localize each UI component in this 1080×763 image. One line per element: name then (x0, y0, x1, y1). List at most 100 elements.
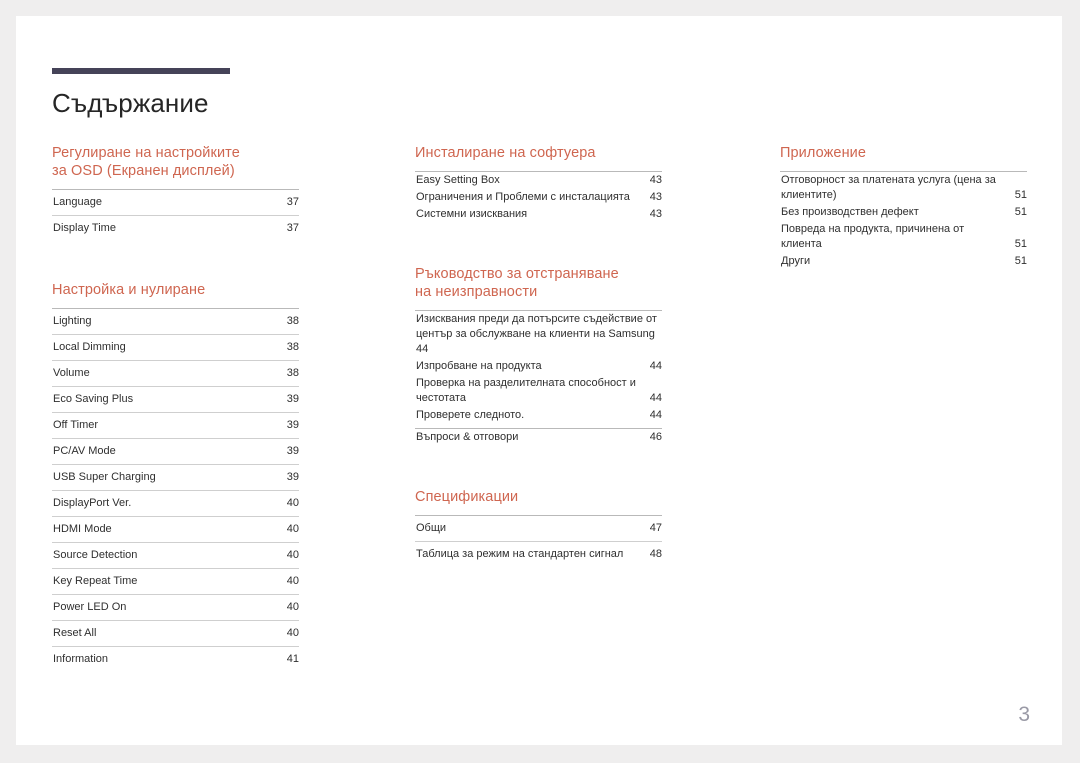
toc-entry-label: DisplayPort Ver. (53, 497, 132, 509)
section-specifications: Спецификации Общи 47 Таблица за режим на… (415, 488, 662, 567)
toc-entry-label: Off Timer (53, 419, 99, 431)
heading-line: Спецификации (415, 489, 519, 505)
toc-entry-label: PC/AV Mode (53, 445, 116, 457)
toc-entry-label: Display Time (53, 222, 116, 234)
toc-entry[interactable]: DisplayPort Ver. 40 (52, 491, 299, 517)
toc-entry[interactable]: Volume 38 (52, 361, 299, 387)
section-appendix: Приложение Отговорност за платената услу… (780, 144, 1027, 272)
page-title: Съдържание (52, 88, 209, 118)
heading-line: на неизправности (415, 284, 538, 300)
entry-list-appendix: Отговорност за платената услуга (цена за… (780, 171, 1027, 272)
toc-entry-label: Eco Saving Plus (53, 393, 134, 405)
toc-entry[interactable]: PC/AV Mode 39 (52, 439, 299, 465)
toc-entry[interactable]: Други 51 (780, 253, 1027, 270)
toc-entry-page: 46 (649, 431, 662, 443)
toc-entry-page: 39 (286, 419, 299, 431)
section-osd-settings: Регулиране на настройките за OSD (Екране… (52, 144, 299, 241)
toc-entry-page: 38 (286, 315, 299, 327)
section-setup-and-reset: Настройка и нулиране Lighting 38 Local D… (52, 281, 299, 672)
toc-entry-page: 40 (286, 575, 299, 587)
toc-entry-page: 38 (286, 341, 299, 353)
toc-entry[interactable]: Таблица за режим на стандартен сигнал 48 (415, 542, 662, 567)
toc-entry-emphasis[interactable]: Въпроси & отговори 46 (415, 428, 662, 446)
toc-entry[interactable]: Source Detection 40 (52, 543, 299, 569)
toc-entry-label: Ограничения и Проблеми с инсталацията (416, 191, 630, 203)
toc-entry-page: 38 (286, 367, 299, 379)
toc-entry[interactable]: Display Time 37 (52, 216, 299, 241)
toc-entry[interactable]: HDMI Mode 40 (52, 517, 299, 543)
masthead: Съдържание (52, 68, 230, 135)
toc-entry-label: Local Dimming (53, 341, 126, 353)
toc-entry-label: Information (53, 653, 109, 665)
toc-entry-page: 47 (649, 522, 662, 534)
toc-entry-page: 39 (286, 445, 299, 457)
toc-entry-page: 39 (286, 393, 299, 405)
toc-column-2: Инсталиране на софтуера Easy Setting Box… (415, 144, 662, 567)
toc-entry-label: Повреда на продукта, причинена от клиент… (781, 223, 965, 250)
toc-entry[interactable]: Key Repeat Time 40 (52, 569, 299, 595)
section-heading-specifications: Спецификации (415, 488, 662, 506)
toc-entry-label: Language (53, 196, 102, 208)
section-heading-appendix: Приложение (780, 144, 1027, 162)
toc-entry[interactable]: Reset All 40 (52, 621, 299, 647)
toc-entry-label: Source Detection (53, 549, 138, 561)
toc-entry[interactable]: Power LED On 40 (52, 595, 299, 621)
toc-entry-label: Проверете следното. (416, 409, 525, 421)
toc-entry-label: Изисквания преди да потърсите съдействие… (416, 313, 657, 340)
toc-entry[interactable]: Проверка на разделителната способност и … (415, 375, 662, 407)
section-heading-software-installation: Инсталиране на софтуера (415, 144, 662, 162)
toc-column-3: Приложение Отговорност за платената услу… (780, 144, 1027, 272)
toc-entry-page: 44 (649, 409, 662, 421)
toc-column-1: Регулиране на настройките за OSD (Екране… (52, 144, 299, 672)
toc-entry-label: USB Super Charging (53, 471, 156, 483)
toc-entry-label: Reset All (53, 627, 97, 639)
toc-entry-page: 40 (286, 523, 299, 535)
toc-entry-page: 43 (649, 174, 662, 186)
toc-entry[interactable]: Системни изисквания 43 (415, 206, 662, 223)
toc-entry[interactable]: Local Dimming 38 (52, 335, 299, 361)
toc-entry-label: Key Repeat Time (53, 575, 138, 587)
toc-entry[interactable]: USB Super Charging 39 (52, 465, 299, 491)
toc-entry-label: Lighting (53, 315, 92, 327)
entry-list-setup-and-reset: Lighting 38 Local Dimming 38 Volume 38 E… (52, 308, 299, 672)
heading-line: Инсталиране на софтуера (415, 145, 596, 161)
entry-list-osd-settings: Language 37 Display Time 37 (52, 189, 299, 241)
entry-list-software-installation: Easy Setting Box 43 Ограничения и Пробле… (415, 171, 662, 225)
heading-line: Регулиране на настройките (52, 145, 240, 161)
section-troubleshooting-guide: Ръководство за отстраняване на неизправн… (415, 265, 662, 448)
toc-entry[interactable]: Lighting 38 (52, 309, 299, 335)
toc-entry[interactable]: Ограничения и Проблеми с инсталацията 43 (415, 189, 662, 206)
toc-entry-label: Таблица за режим на стандартен сигнал (416, 548, 624, 560)
toc-entry-page: 43 (649, 191, 662, 203)
toc-entry[interactable]: Повреда на продукта, причинена от клиент… (780, 221, 1027, 253)
toc-entry[interactable]: Information 41 (52, 647, 299, 672)
toc-entry-page: 37 (286, 222, 299, 234)
toc-entry-page: 40 (286, 549, 299, 561)
toc-entry[interactable]: Easy Setting Box 43 (415, 172, 662, 189)
page-number: 3 (1018, 703, 1030, 726)
toc-entry[interactable]: Отговорност за платената услуга (цена за… (780, 172, 1027, 204)
document-page: Съдържание Регулиране на настройките за … (16, 16, 1062, 745)
toc-entry-label: Изпробване на продукта (416, 360, 542, 372)
section-software-installation: Инсталиране на софтуера Easy Setting Box… (415, 144, 662, 225)
toc-entry[interactable]: Eco Saving Plus 39 (52, 387, 299, 413)
toc-entry[interactable]: Без производствен дефект 51 (780, 204, 1027, 221)
toc-entry-label: Easy Setting Box (416, 174, 500, 186)
toc-entry-page: 40 (286, 601, 299, 613)
toc-entry-label: HDMI Mode (53, 523, 112, 535)
toc-entry-label: Проверка на разделителната способност и … (416, 377, 636, 404)
toc-entry[interactable]: Off Timer 39 (52, 413, 299, 439)
toc-entry-label: Системни изисквания (416, 208, 528, 220)
toc-entry-label: Без производствен дефект (781, 206, 919, 218)
toc-entry[interactable]: Language 37 (52, 190, 299, 216)
toc-entry-page: 44 (649, 360, 662, 372)
toc-entry[interactable]: Изисквания преди да потърсите съдействие… (415, 311, 662, 358)
heading-line: за OSD (Екранен дисплей) (52, 163, 235, 179)
toc-entry[interactable]: Изпробване на продукта 44 (415, 358, 662, 375)
toc-entry-label: Общи (416, 522, 447, 534)
heading-line: Приложение (780, 145, 867, 161)
toc-entry-page: 51 (1014, 189, 1027, 201)
toc-entry[interactable]: Общи 47 (415, 516, 662, 542)
toc-entry[interactable]: Проверете следното. 44 (415, 407, 662, 424)
section-heading-setup-and-reset: Настройка и нулиране (52, 281, 299, 299)
